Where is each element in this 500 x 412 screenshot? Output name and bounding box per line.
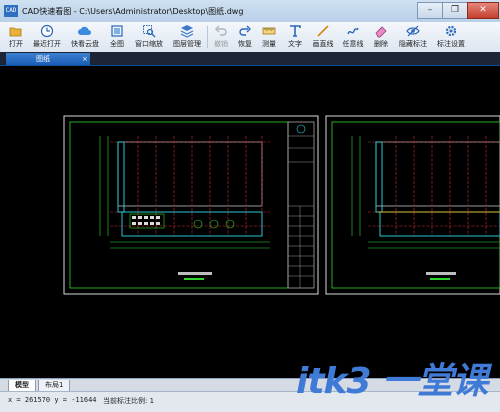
window-title: CAD快速看图 - C:\Users\Administrator\Desktop… <box>22 7 244 16</box>
layer-manager-button[interactable]: 图层管理 <box>170 23 204 51</box>
floor-plan-outline <box>117 141 263 207</box>
text-button[interactable]: 文字 <box>284 23 306 51</box>
text-icon <box>290 25 301 37</box>
watermark-text: itk3 一堂课 <box>296 361 488 402</box>
undo-icon <box>215 25 227 36</box>
app-logo-icon: CAD <box>4 5 18 17</box>
minimize-button[interactable]: – <box>417 2 443 19</box>
minimize-icon: – <box>427 5 433 15</box>
main-toolbar: 打开 最近打开 快看云盘 全图 窗口缩放 图层管理 撤销 恢复 测量 文字 画直… <box>0 22 500 53</box>
draw-line-button[interactable]: 画直线 <box>310 23 336 51</box>
settings-icon <box>445 25 457 37</box>
undo-button[interactable]: 撤销 <box>210 23 232 51</box>
tab-drawing-label: 图纸 <box>36 55 50 63</box>
close-icon: ✕ <box>479 5 487 15</box>
recent-button[interactable]: 最近打开 <box>30 23 64 51</box>
redo-icon <box>239 25 251 36</box>
measure-icon <box>262 27 276 35</box>
open-button[interactable]: 打开 <box>4 23 28 51</box>
freehand-icon <box>347 27 359 35</box>
open-folder-icon <box>9 27 22 37</box>
line-icon <box>317 25 329 37</box>
window-zoom-button[interactable]: 窗口缩放 <box>132 23 166 51</box>
layers-icon <box>180 25 194 38</box>
freehand-button[interactable]: 任意线 <box>340 23 366 51</box>
document-tab-strip: 图纸 × <box>0 52 500 66</box>
tab-drawing[interactable]: 图纸 × <box>6 53 90 65</box>
watermark-logo: itk3 一堂课 <box>296 362 492 406</box>
annotation-settings-button[interactable]: 标注设置 <box>434 23 468 51</box>
cad-drawing <box>63 115 500 295</box>
delete-button[interactable]: 删除 <box>370 23 392 51</box>
drawing-canvas[interactable] <box>0 66 500 378</box>
fit-all-button[interactable]: 全图 <box>106 23 128 51</box>
redo-button[interactable]: 恢复 <box>234 23 256 51</box>
close-button[interactable]: ✕ <box>467 2 499 19</box>
sheet-inner-border <box>69 121 289 289</box>
restore-button[interactable]: ❐ <box>442 2 468 19</box>
title-bar: CAD CAD快速看图 - C:\Users\Administrator\Des… <box>0 0 500 23</box>
title-block <box>287 121 315 289</box>
tab-close-icon[interactable]: × <box>82 53 88 65</box>
eraser-icon <box>375 26 387 38</box>
hide-annotation-button[interactable]: 隐藏标注 <box>396 23 430 51</box>
hide-eye-icon <box>406 25 420 37</box>
toolbar-separator <box>207 26 208 48</box>
clock-icon <box>40 24 54 38</box>
annotation-scale: 当前标注比例: 1 <box>103 397 155 405</box>
fit-all-icon <box>111 25 123 37</box>
window-zoom-icon <box>143 25 156 38</box>
cloud-drive-button[interactable]: 快看云盘 <box>68 23 102 51</box>
measure-button[interactable]: 测量 <box>258 23 280 51</box>
cursor-coordinates: x = 261570 y = -11644 <box>8 396 97 404</box>
sheet-frame-left <box>63 115 319 295</box>
cloud-icon <box>78 26 91 35</box>
restore-icon: ❐ <box>450 5 460 15</box>
